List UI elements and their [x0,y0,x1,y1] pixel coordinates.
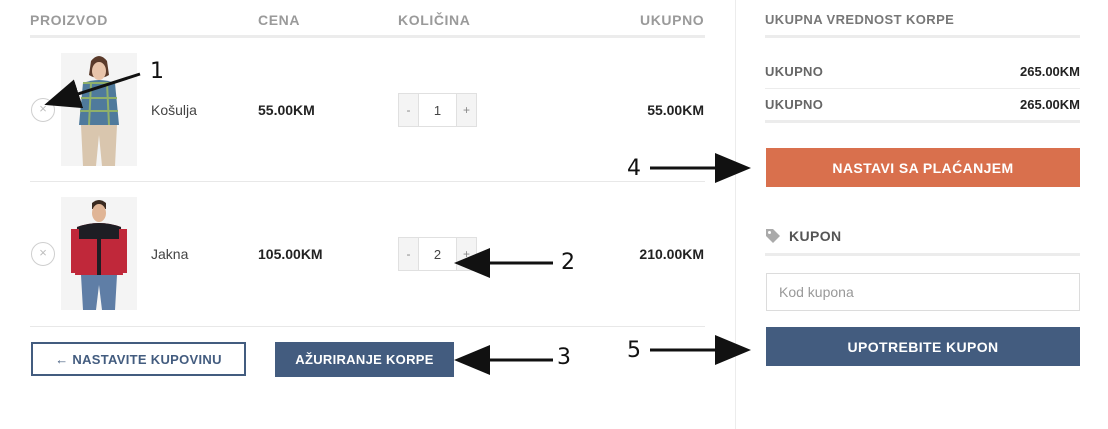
annotation-number: 3 [557,345,571,370]
annotation-arrows [44,72,751,375]
annotation-number: 1 [150,59,164,84]
annotation-number: 2 [561,250,575,275]
annotation-number: 4 [627,156,641,181]
annotation-number: 5 [627,338,641,363]
